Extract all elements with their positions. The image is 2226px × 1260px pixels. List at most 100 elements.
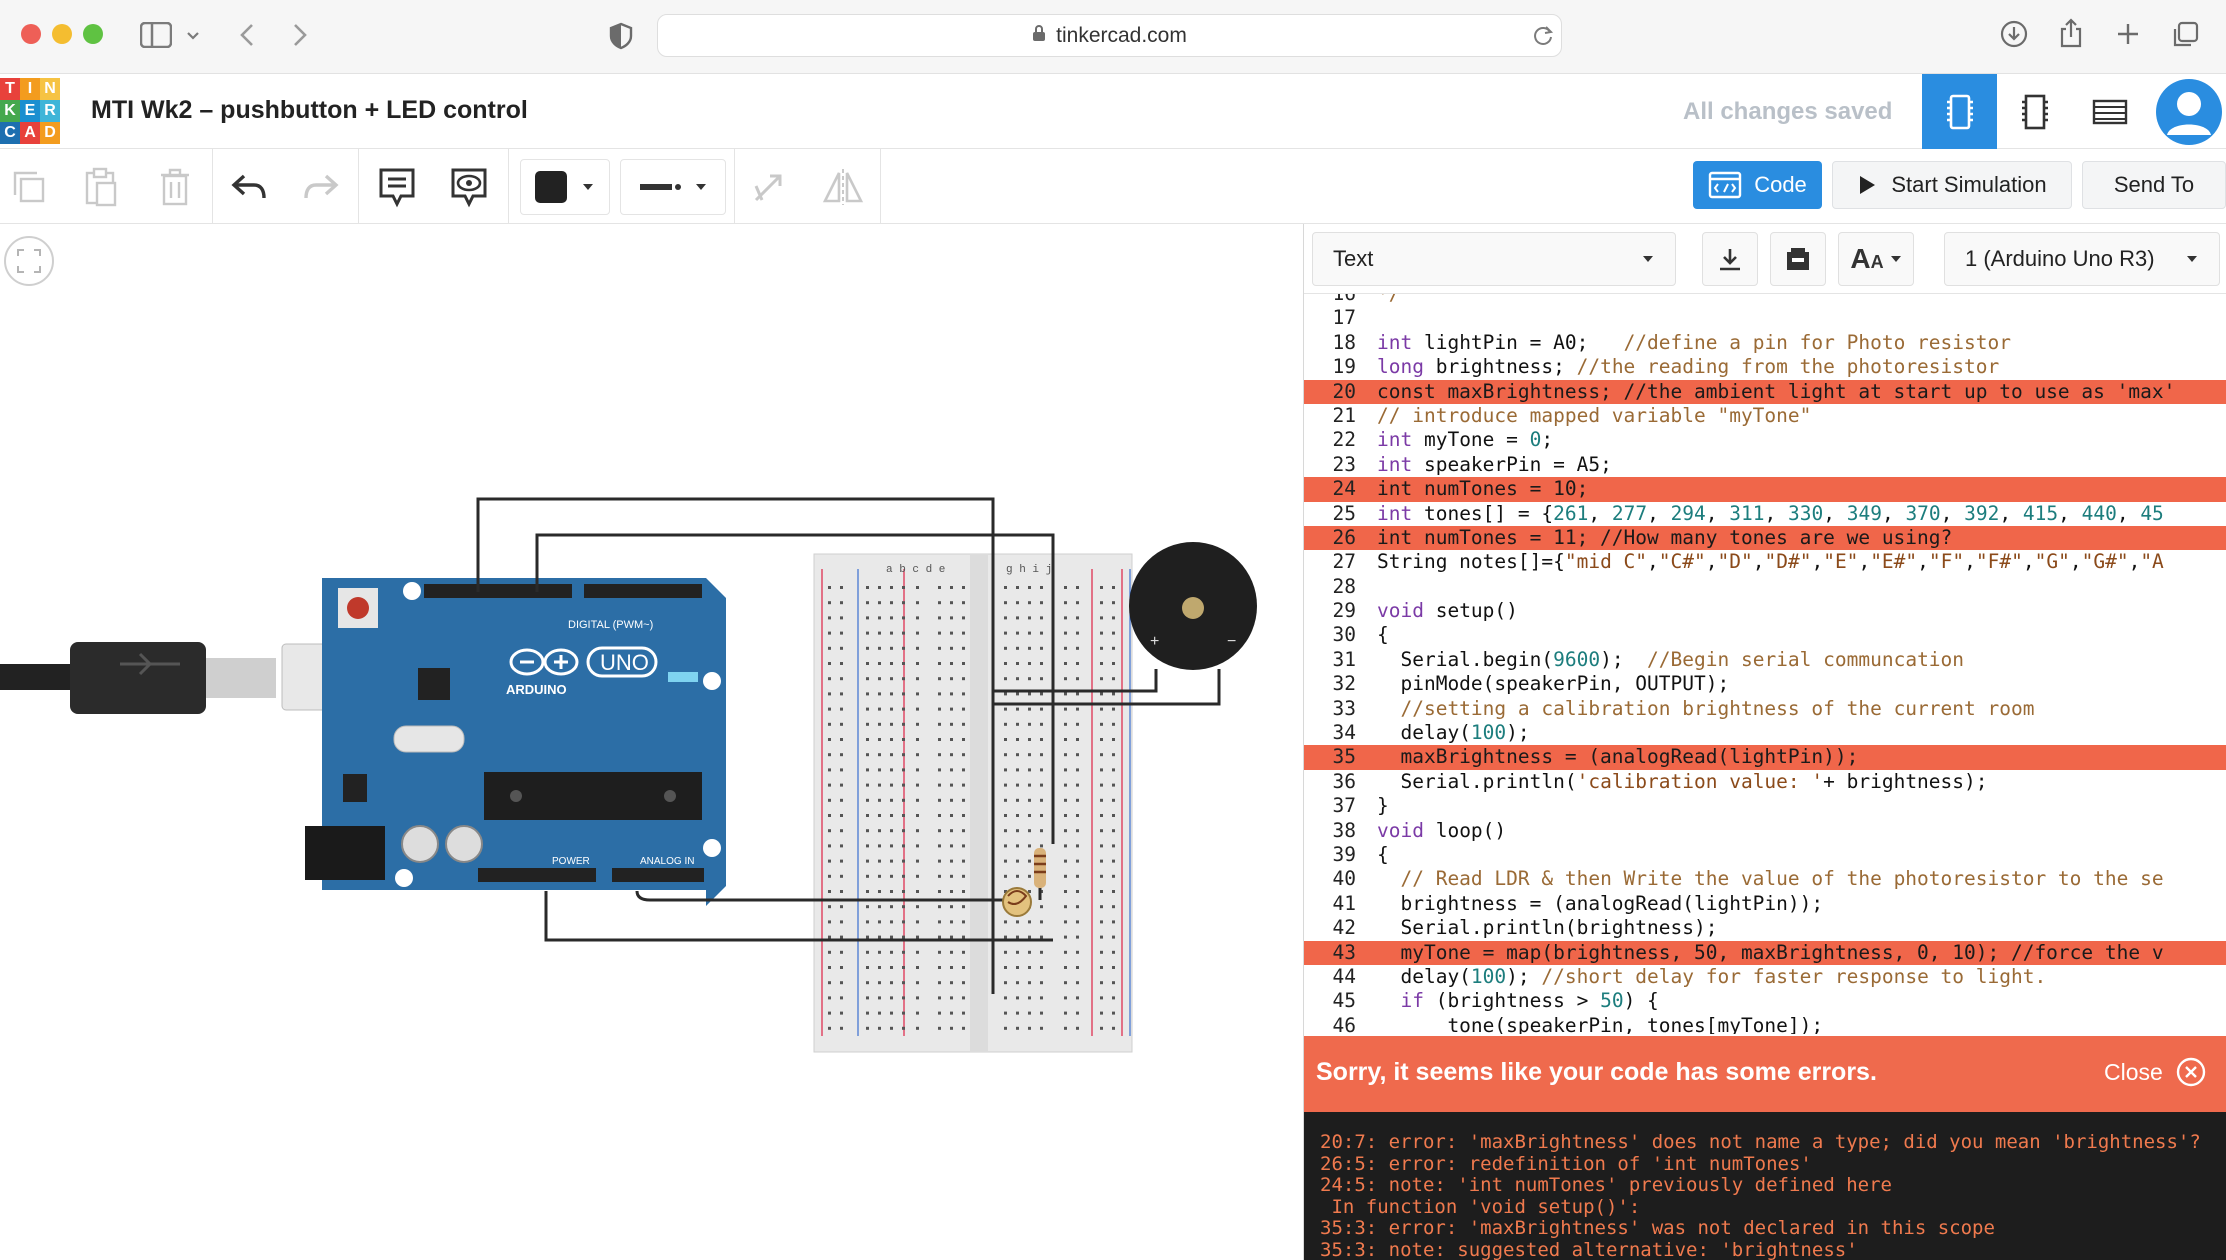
breadboard-hole [962, 798, 965, 802]
address-bar[interactable]: tinkercad.com [657, 14, 1562, 57]
breadboard-hole [828, 677, 831, 681]
resistor[interactable] [1034, 848, 1046, 888]
component-list-button[interactable] [2072, 74, 2147, 149]
code-line[interactable]: 17 [1304, 306, 2226, 330]
delete-button[interactable] [152, 159, 198, 215]
code-mode-select[interactable]: Text [1312, 232, 1676, 286]
code-line-error[interactable]: 43 myTone = map(brightness, 50, maxBrigh… [1304, 940, 2226, 965]
code-line[interactable]: 44 delay(100); //short delay for faster … [1304, 965, 2226, 989]
rotate-button[interactable] [746, 159, 792, 215]
code-line[interactable]: 39 { [1304, 843, 2226, 867]
code-line[interactable]: 18 int lightPin = A0; //define a pin for … [1304, 331, 2226, 355]
code-line[interactable]: 30 { [1304, 623, 2226, 647]
code-editor[interactable]: 16 */ 1718 int lightPin = A0; //define a pi… [1304, 294, 2226, 1034]
code-line[interactable]: 28 [1304, 575, 2226, 599]
breadboard-hole [840, 662, 843, 665]
logo-letter: A [20, 122, 40, 144]
code-line[interactable]: 31 Serial.begin(9600); //Begin serial co… [1304, 648, 2226, 672]
circuit-canvas[interactable]: UNO ARDUINO DIGITAL (PWM~) POWER ANALOG … [0, 224, 1303, 1260]
breadboard-hole [878, 768, 881, 772]
code-line[interactable]: 46 tone(speakerPin, tones[myTone]); [1304, 1014, 2226, 1034]
code-line-error[interactable]: 35 maxBrightness = (analogRead(lightPin)… [1304, 745, 2226, 770]
tab-overview-icon[interactable] [2170, 20, 2200, 55]
paste-button[interactable] [78, 159, 124, 215]
notes-visibility-button[interactable] [444, 159, 494, 215]
code-line[interactable]: 41 brightness = (analogRead(lightPin)); [1304, 892, 2226, 916]
code-line[interactable]: 16 */ [1304, 294, 2226, 306]
chevron-down-icon[interactable] [186, 28, 200, 46]
sidebar-toggle-icon[interactable] [139, 21, 173, 53]
minimize-window-button[interactable] [52, 24, 72, 44]
send-to-button[interactable]: Send To [2082, 161, 2226, 209]
share-icon[interactable] [2058, 17, 2084, 54]
close-window-button[interactable] [21, 24, 41, 44]
project-title[interactable]: MTI Wk2 – pushbutton + LED control [91, 96, 528, 125]
code-line[interactable]: 42 Serial.println(brightness); [1304, 916, 2226, 940]
code-line[interactable]: 33 //setting a calibration brightness of… [1304, 697, 2226, 721]
line-text: { [1377, 623, 1389, 647]
logo-letter: T [0, 78, 20, 100]
code-line[interactable]: 34 delay(100); [1304, 721, 2226, 745]
circuit-view-icon [1946, 94, 1973, 129]
code-line[interactable]: 19 long brightness; //the reading from th… [1304, 355, 2226, 379]
download-code-button[interactable] [1702, 232, 1758, 286]
tinkercad-logo[interactable]: TINKERCAD [0, 78, 60, 144]
breadboard-hole [828, 950, 831, 954]
breadboard-hole [866, 814, 869, 817]
breadboard-hole [1004, 601, 1007, 605]
back-icon[interactable] [238, 22, 256, 53]
code-button[interactable]: Code [1693, 161, 1822, 209]
breadboard-hole [840, 829, 843, 833]
code-line-error[interactable]: 24 int numTones = 10; [1304, 477, 2226, 502]
code-line-error[interactable]: 26 int numTones = 11; //How many tones ar… [1304, 525, 2226, 551]
code-line[interactable]: 40 // Read LDR & then Write the value of… [1304, 867, 2226, 891]
breadboard-hole [1076, 662, 1079, 665]
user-avatar[interactable] [2151, 74, 2226, 149]
font-size-button[interactable]: AA [1838, 232, 1914, 286]
code-line[interactable]: 38 void loop() [1304, 819, 2226, 843]
redo-button[interactable] [298, 159, 344, 215]
close-error-button[interactable]: Close [2104, 1056, 2207, 1088]
code-line[interactable]: 29 void setup() [1304, 599, 2226, 623]
code-line[interactable]: 36 Serial.println('calibration value: '+… [1304, 770, 2226, 794]
breadboard-hole [1004, 631, 1007, 635]
breadboard-hole [902, 829, 905, 833]
code-line[interactable]: 25 int tones[] = {261, 277, 294, 311, 330… [1304, 502, 2226, 526]
download-icon[interactable] [2000, 20, 2028, 53]
flip-button[interactable] [820, 159, 866, 215]
start-simulation-button[interactable]: Start Simulation [1832, 161, 2072, 209]
breadboard-hole [866, 707, 869, 711]
color-picker[interactable] [520, 159, 610, 215]
code-line[interactable]: 32 pinMode(speakerPin, OUTPUT); [1304, 672, 2226, 696]
breadboard[interactable]: a b c d e g h i j [813, 553, 1133, 1053]
arduino-uno-board[interactable]: UNO ARDUINO DIGITAL (PWM~) POWER ANALOG … [305, 578, 726, 906]
notes-button[interactable] [372, 159, 422, 215]
copy-button[interactable] [6, 159, 52, 215]
line-text: void setup() [1377, 599, 1518, 623]
code-line-error[interactable]: 20 const maxBrightness; //the ambient lig… [1304, 379, 2226, 404]
code-line[interactable]: 23 int speakerPin = A5; [1304, 453, 2226, 477]
undo-button[interactable] [226, 159, 272, 215]
breadboard-hole [902, 753, 905, 757]
privacy-shield-icon[interactable] [608, 22, 634, 55]
code-line[interactable]: 21 // introduce mapped variable "myTone" [1304, 404, 2226, 428]
photoresistor[interactable] [1002, 887, 1032, 917]
maximize-window-button[interactable] [83, 24, 103, 44]
wire-type-picker[interactable] [620, 159, 726, 215]
schematic-view-button[interactable] [1997, 74, 2072, 149]
new-tab-icon[interactable] [2115, 21, 2141, 52]
breadboard-hole [1028, 783, 1031, 787]
code-line[interactable]: 37} [1304, 794, 2226, 818]
code-line[interactable]: 45 if (brightness > 50) { [1304, 989, 2226, 1013]
breadboard-hole [828, 753, 831, 757]
circuit-view-button[interactable] [1922, 74, 1997, 149]
forward-icon[interactable] [291, 22, 309, 53]
code-line[interactable]: 27 String notes[]={"mid C","C#","D","D#",… [1304, 550, 2226, 574]
libraries-button[interactable] [1770, 232, 1826, 286]
piezo-buzzer[interactable]: + − [1129, 542, 1257, 670]
breadboard-hole [840, 996, 843, 1000]
reload-icon[interactable] [1532, 24, 1554, 51]
code-line[interactable]: 22 int myTone = 0; [1304, 428, 2226, 452]
breadboard-hole [1004, 738, 1007, 741]
device-select[interactable]: 1 (Arduino Uno R3) [1944, 232, 2220, 286]
